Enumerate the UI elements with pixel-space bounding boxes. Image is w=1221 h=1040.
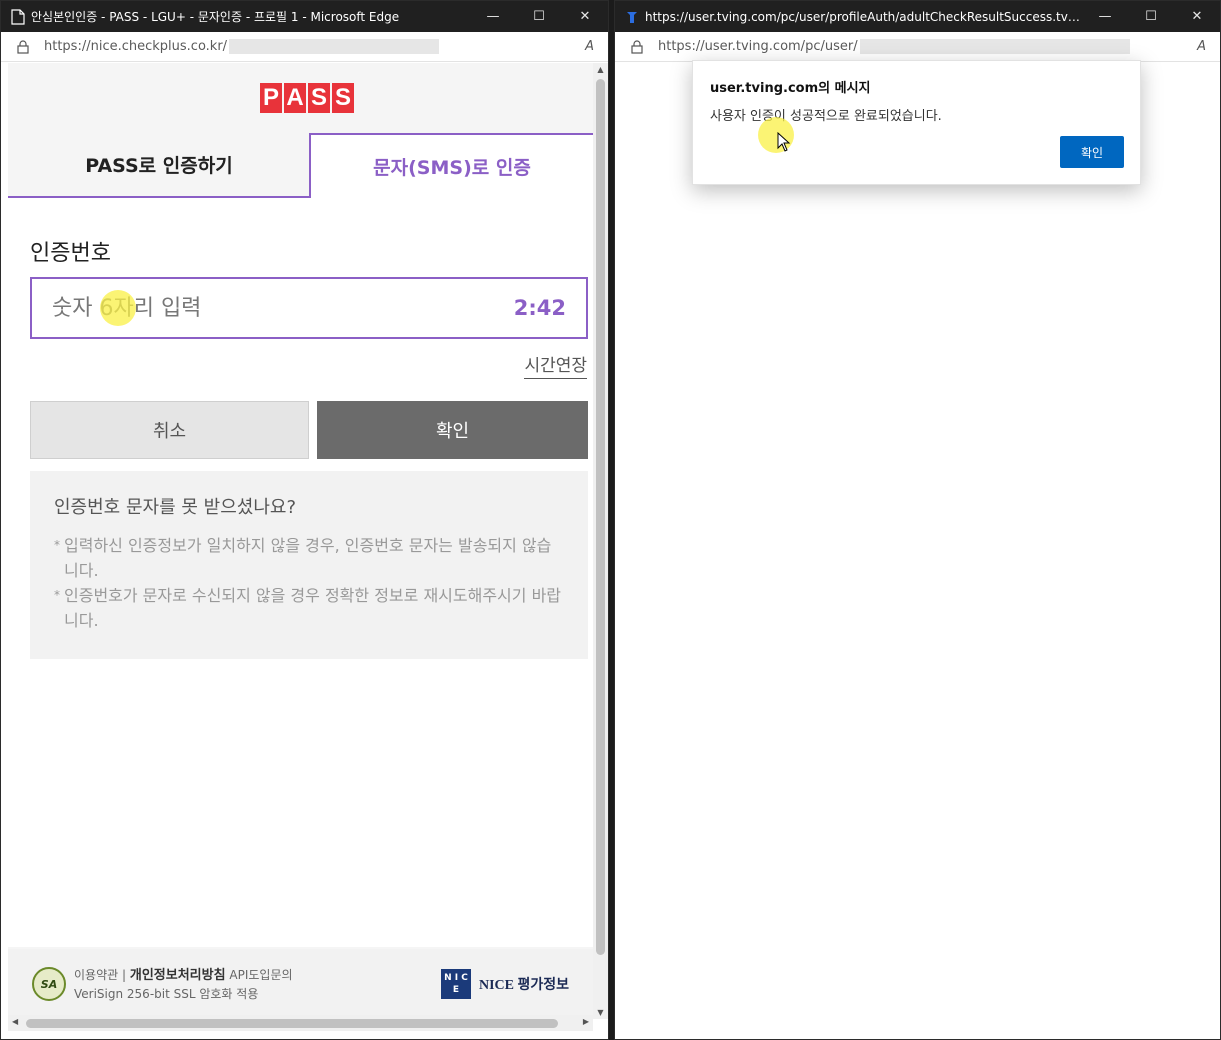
redacted-url-block — [859, 39, 1130, 54]
page-footer: SA 이용약관 | 개인정보처리방침 API도입문의 VeriSign 256-… — [8, 949, 593, 1019]
redacted-url-block — [229, 39, 440, 54]
vertical-scroll-thumb[interactable] — [596, 79, 605, 955]
nice-auth-window: 안심본인인증 - PASS - LGU+ - 문자인증 - 프로필 1 - Mi… — [0, 0, 609, 1040]
ssl-text: VeriSign 256-bit SSL 암호화 적용 — [74, 986, 259, 1001]
help-title: 인증번호 문자를 못 받으셨나요? — [54, 497, 296, 518]
right-url[interactable]: https://user.tving.com/pc/user/ — [658, 39, 858, 54]
cursor-highlight — [100, 290, 136, 326]
tab-sms-auth[interactable]: 문자(SMS)로 인증 — [309, 133, 593, 198]
help-note-text: 입력하신 인증정보가 일치하지 않을 경우, 인증번호 문자는 발송되지 않습니… — [64, 536, 552, 580]
left-url[interactable]: https://nice.checkplus.co.kr/ — [44, 39, 227, 54]
help-note-text: 인증번호가 문자로 수신되지 않을 경우 정확한 정보로 재시도해주시기 바랍니… — [64, 586, 562, 630]
vertical-scrollbar[interactable]: ▲ ▼ — [593, 63, 608, 1019]
help-note: * 입력하신 인증정보가 일치하지 않을 경우, 인증번호 문자는 발송되지 않… — [54, 533, 564, 583]
right-titlebar[interactable]: https://user.tving.com/pc/user/profileAu… — [615, 1, 1220, 32]
read-aloud-icon[interactable]: A — [1197, 39, 1206, 54]
scroll-up-icon[interactable]: ▲ — [593, 65, 608, 74]
confirm-button[interactable]: 확인 — [317, 401, 588, 459]
dialog-title: user.tving.com의 메시지 — [710, 81, 871, 96]
scroll-right-icon[interactable]: ▶ — [583, 1017, 589, 1026]
nice-logo-text: NICE 평가정보 — [478, 978, 569, 993]
minimize-button[interactable]: — — [470, 1, 516, 32]
close-button[interactable]: ✕ — [1174, 1, 1220, 32]
alert-dialog: user.tving.com의 메시지 사용자 인증이 성공적으로 완료되었습니… — [692, 60, 1141, 185]
code-label: 인증번호 — [30, 241, 111, 266]
left-titlebar[interactable]: 안심본인인증 - PASS - LGU+ - 문자인증 - 프로필 1 - Mi… — [1, 1, 608, 32]
help-note: * 인증번호가 문자로 수신되지 않을 경우 정확한 정보로 재시도해주시기 바… — [54, 583, 564, 633]
countdown-timer: 2:42 — [513, 296, 566, 320]
logo-letter: S — [308, 83, 330, 113]
left-window-title: 안심본인인증 - PASS - LGU+ - 문자인증 - 프로필 1 - Mi… — [31, 10, 400, 24]
maximize-button[interactable]: ☐ — [516, 1, 562, 32]
close-button[interactable]: ✕ — [562, 1, 608, 32]
horizontal-scrollbar[interactable]: ◀ ▶ — [8, 1015, 593, 1031]
maximize-button[interactable]: ☐ — [1128, 1, 1174, 32]
dialog-ok-button[interactable]: 확인 — [1060, 136, 1124, 168]
pass-auth-page: P A S S PASS로 인증하기 문자(SMS)로 인증 인증번호 2:42… — [8, 63, 593, 1019]
footer-links: 이용약관 | 개인정보처리방침 API도입문의 VeriSign 256-bit… — [74, 966, 293, 1003]
right-window-title: https://user.tving.com/pc/user/profileAu… — [645, 10, 1082, 24]
logo-letter: A — [284, 83, 306, 113]
minimize-button[interactable]: — — [1082, 1, 1128, 32]
lock-icon — [17, 39, 29, 54]
separator: | — [122, 967, 130, 982]
lock-icon — [631, 39, 643, 54]
ssl-seal-icon: SA — [32, 967, 66, 1001]
extend-time-link[interactable]: 시간연장 — [524, 351, 587, 379]
logo-letter: S — [332, 83, 354, 113]
bullet-icon: * — [54, 588, 60, 602]
tab-pass-auth[interactable]: PASS로 인증하기 — [8, 133, 310, 198]
read-aloud-icon[interactable]: A — [585, 39, 594, 54]
cancel-button[interactable]: 취소 — [30, 401, 309, 459]
terms-link[interactable]: 이용약관 — [74, 968, 118, 982]
page-icon — [11, 8, 25, 25]
api-inquiry-link[interactable]: API도입문의 — [229, 968, 292, 982]
mouse-pointer-icon — [777, 132, 791, 152]
left-address-bar[interactable]: https://nice.checkplus.co.kr/ A — [1, 32, 608, 62]
pass-logo: P A S S — [260, 83, 354, 113]
nice-logo-mark: N I C E — [440, 969, 471, 999]
tving-favicon — [627, 11, 637, 23]
logo-letter: P — [260, 83, 282, 113]
dialog-message: 사용자 인증이 성공적으로 완료되었습니다. — [710, 109, 942, 124]
horizontal-scroll-thumb[interactable] — [26, 1019, 558, 1028]
help-box: 인증번호 문자를 못 받으셨나요? * 입력하신 인증정보가 일치하지 않을 경… — [30, 471, 588, 659]
nice-logo: N I C E NICE 평가정보 — [440, 969, 569, 999]
right-address-bar[interactable]: https://user.tving.com/pc/user/ A — [615, 32, 1220, 62]
scroll-down-icon[interactable]: ▼ — [593, 1008, 608, 1017]
bullet-icon: * — [54, 538, 60, 552]
privacy-link[interactable]: 개인정보처리방침 — [130, 968, 226, 983]
scroll-left-icon[interactable]: ◀ — [12, 1017, 18, 1026]
tving-window: https://user.tving.com/pc/user/profileAu… — [614, 0, 1221, 1040]
